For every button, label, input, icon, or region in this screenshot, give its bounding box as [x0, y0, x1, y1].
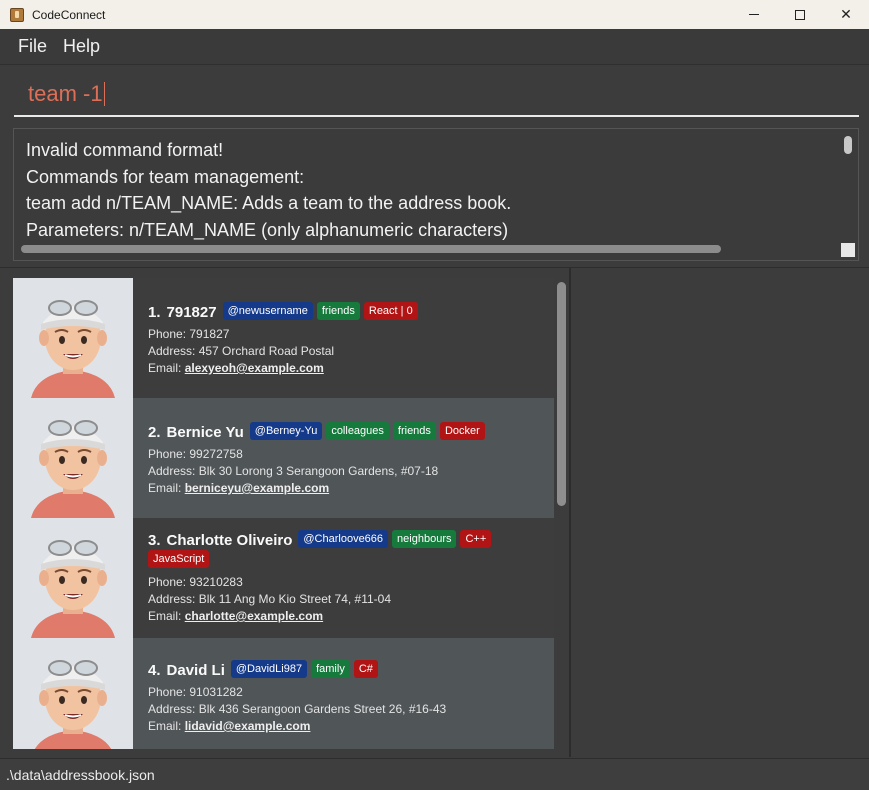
email-link[interactable]: lidavid@example.com: [185, 719, 311, 733]
command-input[interactable]: team -1: [14, 72, 859, 117]
contact-card[interactable]: 2. Bernice Yu @Berney-Yu colleagues friend…: [13, 398, 554, 518]
contact-index: 2.: [148, 423, 161, 441]
group-tag: family: [311, 660, 350, 678]
username-tag: @newusername: [222, 302, 313, 320]
detail-panel: [571, 267, 869, 757]
group-tag: friends: [392, 422, 436, 440]
result-vertical-scrollbar[interactable]: [844, 136, 852, 154]
contact-header: 1. 791827 @newusername friends React | 0: [148, 302, 422, 322]
group-tag: neighbours: [392, 530, 457, 548]
contact-header: 4. David Li @DavidLi987 family C#: [148, 660, 446, 680]
menu-help[interactable]: Help: [63, 36, 100, 57]
email-label: Email:: [148, 609, 182, 623]
title-bar: CodeConnect ✕: [0, 0, 869, 29]
contact-address: Address: Blk 30 Lorong 3 Serangoon Garde…: [148, 464, 439, 478]
result-line: Parameters: n/TEAM_NAME (only alphanumer…: [26, 219, 509, 240]
contact-card[interactable]: 4. David Li @DavidLi987 family C# Phone: 9…: [13, 638, 554, 749]
contact-list-scrollbar[interactable]: [557, 282, 566, 506]
window-controls: ✕: [731, 0, 869, 29]
avatar-icon: [13, 398, 133, 518]
email-label: Email:: [148, 481, 182, 495]
contact-phone: Phone: 99272758: [148, 447, 243, 461]
menu-file[interactable]: File: [18, 36, 47, 57]
contact-phone: Phone: 91031282: [148, 685, 243, 699]
contact-name: David Li: [166, 661, 225, 679]
menu-bar: File Help: [0, 29, 869, 65]
tech-stack-tag: C#: [353, 660, 378, 678]
username-tag: @DavidLi987: [230, 660, 308, 678]
contact-address: Address: 457 Orchard Road Postal: [148, 344, 335, 358]
app-window: CodeConnect ✕ File Help team -1 Invalid …: [0, 0, 869, 790]
email-label: Email:: [148, 361, 182, 375]
result-line: team add n/TEAM_NAME: Adds a team to the…: [26, 193, 512, 213]
app-icon: [10, 7, 24, 22]
contact-details: 3. Charlotte Oliveiro @Charloove666 neigh…: [133, 518, 554, 638]
contact-email-row: Email: lidavid@example.com: [148, 718, 446, 735]
email-link[interactable]: alexyeoh@example.com: [185, 361, 324, 375]
contact-index: 3.: [148, 531, 161, 549]
email-label: Email:: [148, 719, 182, 733]
avatar: [13, 398, 133, 518]
tech-stack-tag: Docker: [439, 422, 485, 440]
window-title: CodeConnect: [32, 7, 106, 22]
avatar-icon: [13, 518, 133, 638]
close-button[interactable]: ✕: [823, 0, 869, 29]
result-horizontal-scrollbar[interactable]: [21, 245, 721, 253]
contact-index: 1.: [148, 303, 161, 321]
contact-list: 1. 791827 @newusername friends React | 0 P…: [13, 278, 554, 749]
command-text: team -1: [28, 80, 103, 106]
avatar-icon: [13, 638, 133, 749]
contact-phone: Phone: 791827: [148, 327, 230, 341]
minimize-icon: [749, 14, 759, 15]
result-display[interactable]: Invalid command format! Commands for tea…: [13, 128, 859, 261]
email-link[interactable]: charlotte@example.com: [185, 609, 323, 623]
group-tag: friends: [316, 302, 360, 320]
text-caret: [103, 81, 105, 106]
username-tag: @Charloove666: [298, 530, 389, 548]
status-bar: .\data\addressbook.json: [0, 758, 869, 790]
avatar: [13, 518, 133, 638]
contact-header: 3. Charlotte Oliveiro @Charloove666 neigh…: [148, 530, 554, 570]
contact-address: Address: Blk 11 Ang Mo Kio Street 74, #1…: [148, 592, 392, 606]
avatar: [13, 638, 133, 749]
username-tag: @Berney-Yu: [249, 422, 323, 440]
result-line: Invalid command format!: [26, 140, 224, 160]
tech-stack-tag: JavaScript: [148, 550, 210, 568]
tech-stack-tag: React | 0: [363, 302, 418, 320]
contact-details: 2. Bernice Yu @Berney-Yu colleagues friend…: [133, 398, 489, 518]
contact-card[interactable]: 1. 791827 @newusername friends React | 0 P…: [13, 278, 554, 398]
save-location: .\data\addressbook.json: [6, 766, 155, 783]
contact-phone: Phone: 93210283: [148, 575, 243, 589]
contact-header: 2. Bernice Yu @Berney-Yu colleagues friend…: [148, 422, 489, 442]
avatar-icon: [13, 278, 133, 398]
contact-details: 1. 791827 @newusername friends React | 0 P…: [133, 278, 422, 398]
contact-email-row: Email: charlotte@example.com: [148, 608, 554, 625]
contact-details: 4. David Li @DavidLi987 family C# Phone: 9…: [133, 638, 446, 749]
group-tag: colleagues: [326, 422, 389, 440]
result-line: Commands for team management:: [26, 166, 305, 187]
maximize-button[interactable]: [777, 0, 823, 29]
contact-index: 4.: [148, 661, 161, 679]
contact-list-panel: 1. 791827 @newusername friends React | 0 P…: [0, 267, 570, 757]
maximize-icon: [795, 9, 805, 20]
contact-email-row: Email: alexyeoh@example.com: [148, 360, 422, 377]
contact-email-row: Email: berniceyu@example.com: [148, 480, 489, 497]
contact-name: 791827: [166, 303, 217, 321]
contact-name: Bernice Yu: [166, 423, 244, 441]
scroll-corner: [841, 243, 855, 257]
email-link[interactable]: berniceyu@example.com: [185, 481, 329, 495]
avatar: [13, 278, 133, 398]
minimize-button[interactable]: [731, 0, 777, 29]
tech-stack-tag: C++: [460, 530, 492, 548]
contact-card[interactable]: 3. Charlotte Oliveiro @Charloove666 neigh…: [13, 518, 554, 638]
contact-address: Address: Blk 436 Serangoon Gardens Stree…: [148, 702, 447, 716]
contact-name: Charlotte Oliveiro: [166, 531, 293, 549]
close-icon: ✕: [840, 6, 852, 22]
